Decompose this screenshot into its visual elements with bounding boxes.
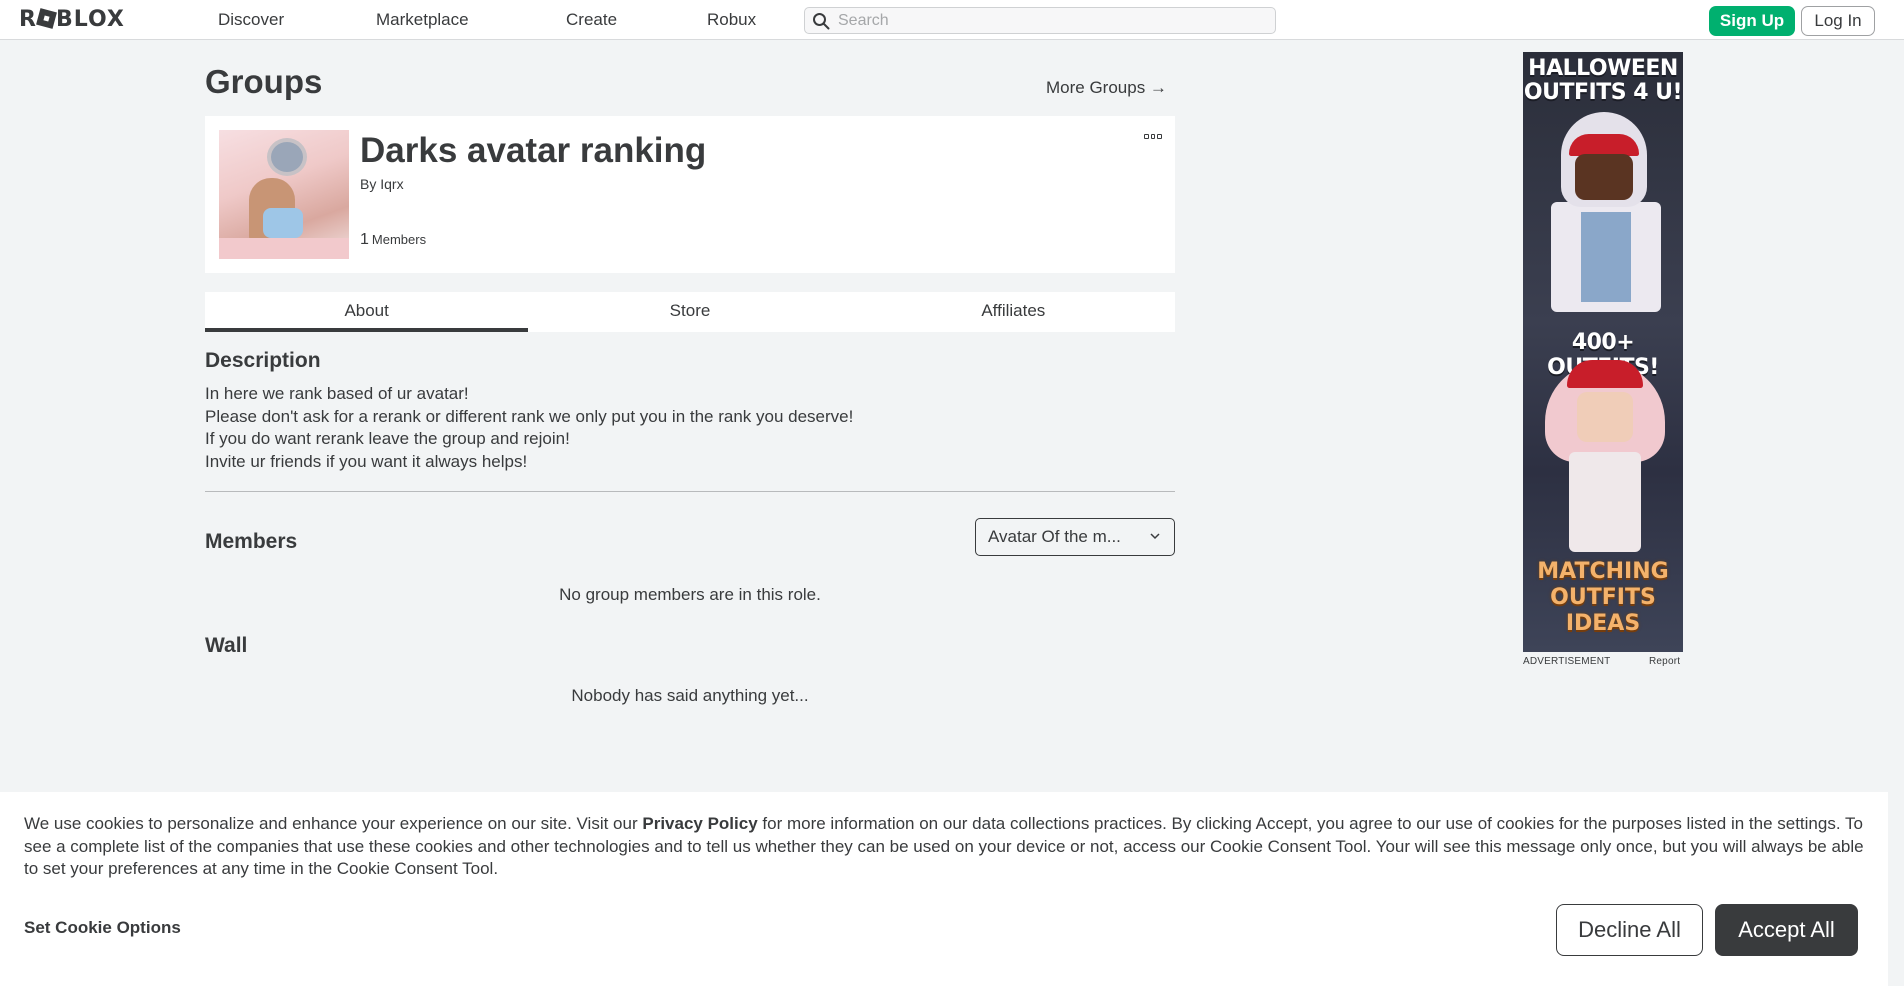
nav-robux[interactable]: Robux bbox=[707, 0, 756, 40]
description-title: Description bbox=[205, 349, 321, 372]
accept-all-button[interactable]: Accept All bbox=[1715, 904, 1858, 956]
group-owner-line: By Iqrx bbox=[360, 176, 404, 192]
privacy-policy-link[interactable]: Privacy Policy bbox=[642, 814, 757, 833]
member-count-label: Members bbox=[371, 232, 427, 247]
tab-affiliates[interactable]: Affiliates bbox=[852, 292, 1175, 332]
search-box bbox=[804, 7, 1276, 34]
nav-marketplace[interactable]: Marketplace bbox=[376, 0, 469, 40]
sign-up-button[interactable]: Sign Up bbox=[1709, 6, 1795, 36]
top-navigation-bar: R BLOX Discover Marketplace Create Robux … bbox=[0, 0, 1904, 40]
nav-discover[interactable]: Discover bbox=[218, 0, 284, 40]
members-title: Members bbox=[205, 530, 298, 553]
group-tabs: About Store Affiliates bbox=[205, 292, 1175, 332]
ad-character-image bbox=[1545, 352, 1665, 572]
ad-headline: HALLOWEEN bbox=[1528, 56, 1678, 81]
group-owner-prefix: By bbox=[360, 176, 377, 192]
search-icon[interactable] bbox=[812, 12, 830, 30]
log-in-button[interactable]: Log In bbox=[1801, 6, 1875, 36]
nav-create[interactable]: Create bbox=[566, 0, 617, 40]
roblox-logo[interactable]: R BLOX bbox=[19, 8, 125, 32]
ad-logo-text: MATCHING bbox=[1537, 559, 1669, 584]
page-title: Groups bbox=[205, 63, 323, 100]
group-description: In here we rank based of ur avatar! Plea… bbox=[205, 383, 1105, 473]
ad-logo-text: IDEAS bbox=[1565, 611, 1641, 636]
description-line: If you do want rerank leave the group an… bbox=[205, 429, 570, 448]
ad-label: ADVERTISEMENT bbox=[1523, 656, 1611, 667]
search-input[interactable] bbox=[838, 10, 1268, 31]
advertisement-banner[interactable]: HALLOWEEN OUTFITS 4 U! 400+ OUTFITS! MAT… bbox=[1523, 52, 1683, 652]
group-name: Darks avatar ranking bbox=[360, 131, 707, 170]
description-line: In here we rank based of ur avatar! bbox=[205, 384, 469, 403]
group-header-card: Darks avatar ranking By Iqrx 1 Members bbox=[205, 116, 1175, 273]
ad-report-link[interactable]: Report bbox=[1649, 656, 1680, 667]
chevron-down-icon bbox=[1150, 533, 1160, 540]
set-cookie-options-link[interactable]: Set Cookie Options bbox=[24, 918, 181, 938]
tab-store[interactable]: Store bbox=[528, 292, 851, 332]
group-member-count: 1 Members bbox=[360, 231, 426, 249]
description-line: Please don't ask for a rerank or differe… bbox=[205, 406, 854, 426]
members-empty-message: No group members are in this role. bbox=[559, 585, 821, 604]
tab-about[interactable]: About bbox=[205, 292, 529, 332]
role-dropdown-value: Avatar Of the m... bbox=[988, 527, 1121, 546]
cookie-banner: We use cookies to personalize and enhanc… bbox=[0, 792, 1888, 986]
wall-title: Wall bbox=[205, 634, 248, 657]
ad-character-image bbox=[1551, 112, 1661, 312]
decline-all-button[interactable]: Decline All bbox=[1556, 904, 1703, 956]
ad-headline: OUTFITS 4 U! bbox=[1523, 80, 1683, 105]
group-emblem-image bbox=[219, 130, 349, 259]
logo-tilted-o-icon bbox=[36, 8, 57, 29]
role-dropdown[interactable]: Avatar Of the m... bbox=[975, 518, 1175, 556]
group-owner-link[interactable]: Iqrx bbox=[380, 176, 403, 192]
more-groups-link[interactable]: More Groups → bbox=[1046, 78, 1167, 98]
description-line: Invite ur friends if you want it always … bbox=[205, 451, 528, 471]
ad-logo-text: OUTFITS bbox=[1550, 585, 1656, 610]
wall-empty-message: Nobody has said anything yet... bbox=[571, 686, 809, 705]
section-divider bbox=[205, 491, 1175, 492]
cookie-message: We use cookies to personalize and enhanc… bbox=[24, 813, 1874, 881]
cookie-text-before: We use cookies to personalize and enhanc… bbox=[24, 814, 643, 833]
more-options-icon[interactable] bbox=[1144, 134, 1163, 142]
member-count-value: 1 bbox=[360, 231, 369, 248]
